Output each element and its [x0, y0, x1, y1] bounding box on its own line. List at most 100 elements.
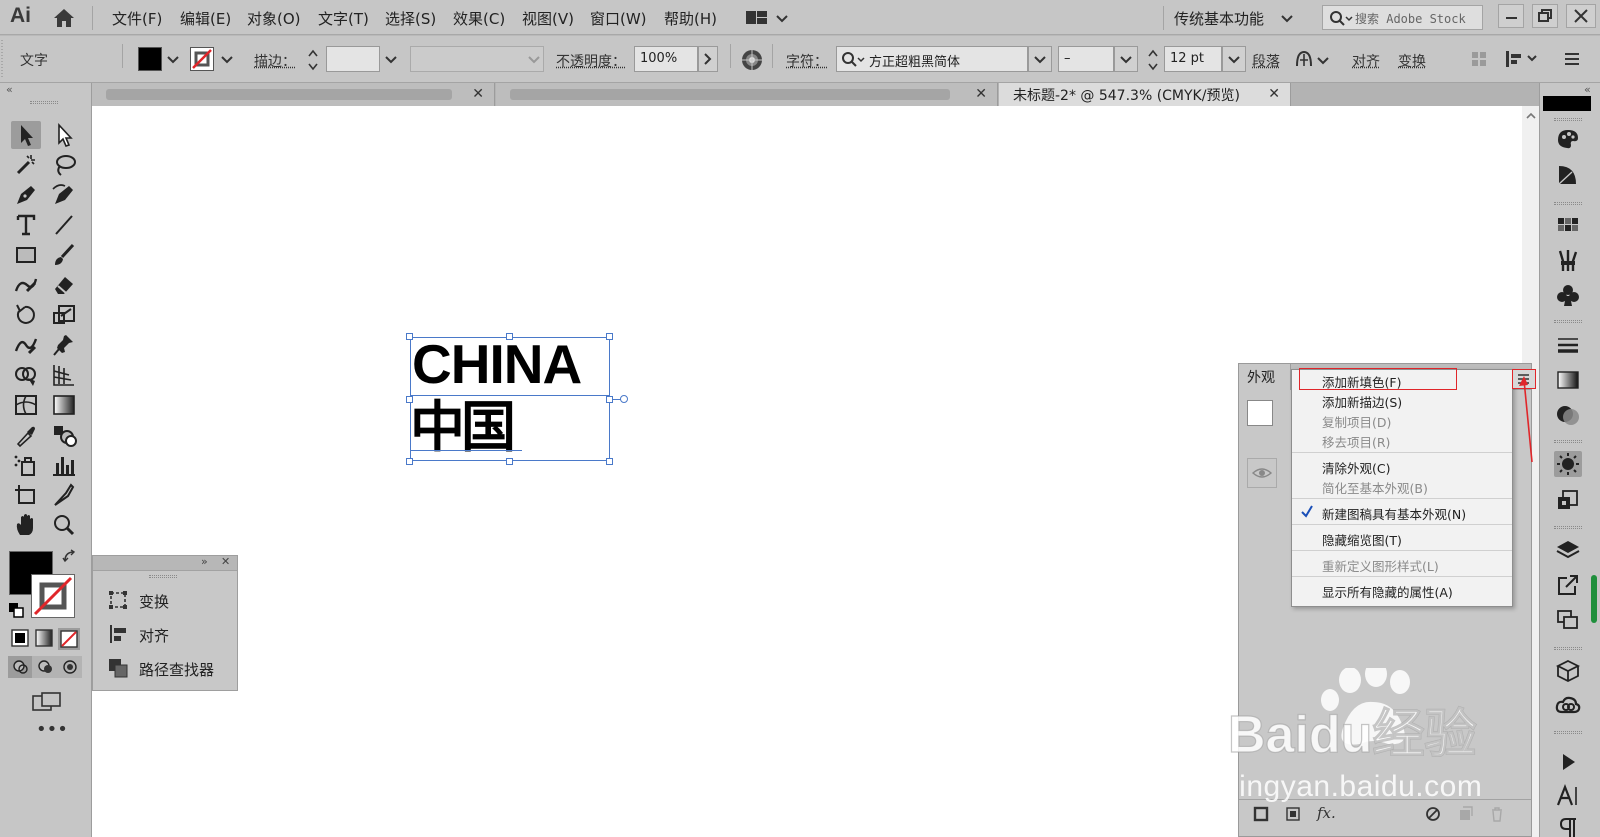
character-label[interactable]: 字符：	[786, 51, 828, 71]
layers-button[interactable]	[1554, 537, 1582, 563]
cc-libraries-button[interactable]	[1554, 693, 1582, 719]
selection-tool[interactable]	[11, 121, 41, 149]
mesh-tool[interactable]	[11, 391, 41, 419]
selection-handle[interactable]	[406, 458, 413, 465]
eraser-tool[interactable]	[49, 271, 79, 299]
panel-item-align[interactable]: 对齐	[107, 623, 169, 647]
menu-type[interactable]: 文字(T)	[318, 8, 369, 29]
font-size-stepper[interactable]	[1146, 46, 1160, 74]
close-tab-icon[interactable]: ✕	[1268, 86, 1280, 102]
swap-fill-stroke-icon[interactable]	[62, 549, 78, 565]
close-window-button[interactable]	[1566, 4, 1596, 28]
dock-grip[interactable]	[1554, 526, 1582, 529]
rotate-tool[interactable]	[11, 301, 41, 329]
artboards-button[interactable]	[1554, 607, 1582, 633]
magic-wand-tool[interactable]	[11, 151, 41, 179]
transparency-button[interactable]	[1554, 402, 1582, 428]
puppet-warp-tool[interactable]	[49, 331, 79, 359]
selection-handle[interactable]	[606, 333, 613, 340]
artboard-tool[interactable]	[11, 481, 41, 509]
color-guide-button[interactable]	[1554, 162, 1582, 188]
minimize-button[interactable]	[1498, 4, 1524, 28]
type-tool[interactable]	[11, 211, 41, 239]
symbols-button[interactable]	[1554, 282, 1582, 308]
distribute-button[interactable]	[1504, 48, 1544, 70]
export-button[interactable]	[1554, 572, 1582, 598]
home-button[interactable]	[52, 7, 76, 29]
asset-export-button[interactable]	[1554, 658, 1582, 684]
align-label[interactable]: 对齐	[1352, 51, 1380, 71]
close-tab-icon[interactable]: ✕	[472, 86, 484, 102]
panel-item-transform[interactable]: 变换	[107, 589, 169, 613]
default-colors-icon[interactable]	[8, 602, 24, 618]
selection-handle[interactable]	[606, 396, 613, 403]
panel-menu-icon[interactable]	[1562, 50, 1582, 68]
appearance-tab[interactable]: 外观	[1239, 364, 1291, 390]
menu-item-clear-appearance[interactable]: 清除外观(C)	[1322, 458, 1390, 477]
eyedropper-tool[interactable]	[11, 421, 41, 449]
dock-grip[interactable]	[1554, 202, 1582, 205]
paragraph-label[interactable]: 段落	[1252, 51, 1280, 71]
restore-button[interactable]	[1532, 4, 1558, 28]
add-stroke-icon[interactable]	[1253, 806, 1269, 822]
font-family-input[interactable]: 方正超粗黑简体	[836, 46, 1028, 72]
stroke-panel-button[interactable]	[1554, 332, 1582, 358]
zoom-tool[interactable]	[49, 511, 79, 539]
workspace-switcher[interactable]: 传统基本功能	[1174, 8, 1264, 29]
menu-file[interactable]: 文件(F)	[112, 8, 162, 29]
scale-tool[interactable]	[49, 301, 79, 329]
stroke-color-box[interactable]	[31, 574, 75, 618]
menu-edit[interactable]: 编辑(E)	[180, 8, 231, 29]
stroke-weight-stepper[interactable]	[306, 46, 320, 74]
paintbrush-tool[interactable]	[49, 241, 79, 269]
menu-effect[interactable]: 效果(C)	[453, 8, 505, 29]
menu-select[interactable]: 选择(S)	[385, 8, 436, 29]
selection-handle[interactable]	[406, 396, 413, 403]
warp-tool[interactable]	[11, 331, 41, 359]
variable-width-profile[interactable]	[410, 46, 544, 72]
gradient-panel-button[interactable]	[1554, 367, 1582, 393]
document-tab-active[interactable]: 未标题-2* @ 547.3% (CMYK/预览) ✕	[999, 83, 1291, 106]
opacity-label[interactable]: 不透明度：	[556, 51, 626, 71]
selection-handle[interactable]	[406, 333, 413, 340]
more-tools-icon[interactable]: •••	[36, 721, 68, 740]
dock-grip[interactable]	[1554, 320, 1582, 323]
panel-item-pathfinder[interactable]: 路径查找器	[107, 657, 214, 681]
arrange-documents-button[interactable]	[744, 8, 792, 28]
add-effect-icon[interactable]: fx.	[1317, 804, 1336, 822]
menu-item-show-hidden-attributes[interactable]: 显示所有隐藏的属性(A)	[1322, 582, 1453, 601]
graphic-styles-button[interactable]	[1554, 487, 1582, 513]
brushes-button[interactable]	[1554, 247, 1582, 273]
stroke-weight-input[interactable]	[326, 46, 380, 72]
pen-tool[interactable]	[11, 181, 41, 209]
dock-grip[interactable]	[1554, 731, 1582, 734]
color-panel-button[interactable]	[1554, 126, 1582, 152]
line-segment-tool[interactable]	[49, 211, 79, 239]
lasso-tool[interactable]	[49, 151, 79, 179]
panel-header[interactable]: » ✕	[93, 555, 237, 571]
symbol-sprayer-tool[interactable]	[11, 451, 41, 479]
menu-item-new-art-basic-appearance[interactable]: 新建图稿具有基本外观(N)	[1322, 504, 1466, 523]
transform-label[interactable]: 变换	[1398, 51, 1426, 71]
stock-search-input[interactable]: 搜索 Adobe Stock	[1322, 5, 1483, 30]
glyph-options-button[interactable]	[1294, 48, 1334, 72]
stroke-label[interactable]: 描边：	[254, 51, 296, 71]
color-mode-button[interactable]	[10, 628, 30, 648]
selection-handle[interactable]	[606, 458, 613, 465]
panel-grip[interactable]	[149, 575, 177, 578]
chevron-down-icon[interactable]	[1280, 11, 1294, 25]
control-bar-grip[interactable]	[0, 36, 6, 83]
slice-tool[interactable]	[49, 481, 79, 509]
change-screen-mode-button[interactable]	[30, 690, 64, 714]
dock-scrollbar-thumb[interactable]	[1591, 575, 1597, 623]
dock-grip[interactable]	[1554, 118, 1582, 121]
chevron-down-icon[interactable]	[166, 52, 180, 66]
none-mode-button[interactable]	[58, 628, 80, 650]
paragraph-panel-button[interactable]	[1554, 815, 1582, 837]
menu-window[interactable]: 窗口(W)	[590, 8, 647, 29]
column-graph-tool[interactable]	[49, 451, 79, 479]
hand-tool[interactable]	[11, 511, 41, 539]
chevron-down-icon[interactable]	[220, 52, 234, 66]
collapse-toolbar-icon[interactable]: «	[6, 83, 26, 97]
artwork-text-line1[interactable]: CHINA	[412, 333, 582, 395]
